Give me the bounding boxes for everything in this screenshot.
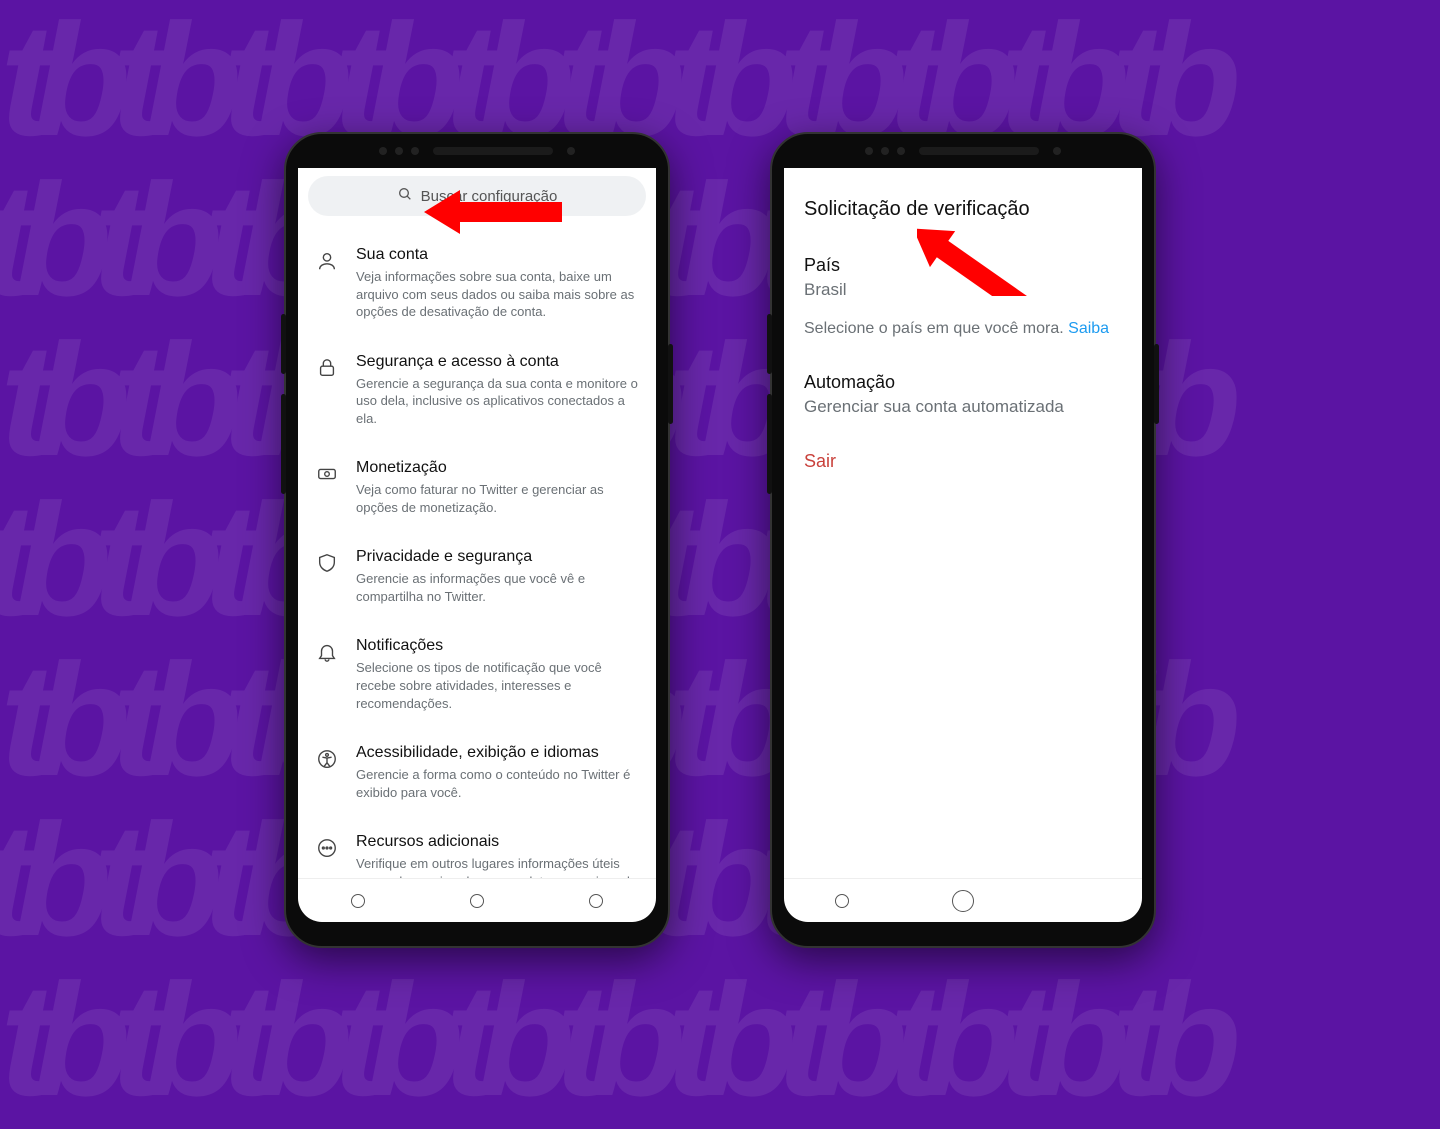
side-button bbox=[281, 394, 286, 494]
nav-back[interactable] bbox=[1077, 894, 1091, 908]
country-label: País bbox=[804, 255, 1122, 276]
item-desc: Veja informações sobre sua conta, baixe … bbox=[356, 268, 638, 321]
logout-button[interactable]: Sair bbox=[804, 451, 1122, 472]
side-button bbox=[767, 394, 772, 494]
accessibility-icon bbox=[316, 744, 338, 801]
automation-desc: Gerenciar sua conta automatizada bbox=[804, 397, 1122, 417]
country-value: Brasil bbox=[804, 280, 1122, 300]
settings-item-monetization[interactable]: Monetização Veja como faturar no Twitter… bbox=[298, 443, 656, 532]
item-desc: Gerencie a segurança da sua conta e moni… bbox=[356, 375, 638, 428]
setting-automation[interactable]: Automação Gerenciar sua conta automatiza… bbox=[804, 372, 1122, 417]
phone-notch bbox=[286, 134, 668, 168]
shield-icon bbox=[316, 548, 338, 605]
lock-icon bbox=[316, 353, 338, 428]
item-title: Recursos adicionais bbox=[356, 833, 638, 851]
setting-country[interactable]: País Brasil bbox=[804, 255, 1122, 300]
android-nav-bar bbox=[784, 878, 1142, 922]
person-icon bbox=[316, 246, 338, 321]
item-title: Segurança e acesso à conta bbox=[356, 353, 638, 371]
search-input[interactable]: Buscar configuração bbox=[308, 176, 646, 216]
settings-list: Sua conta Veja informações sobre sua con… bbox=[298, 222, 656, 878]
side-button bbox=[1154, 344, 1159, 424]
more-icon bbox=[316, 833, 338, 878]
settings-item-accessibility[interactable]: Acessibilidade, exibição e idiomas Geren… bbox=[298, 728, 656, 817]
money-icon bbox=[316, 459, 338, 516]
android-nav-bar bbox=[298, 878, 656, 922]
page-title: Solicitação de verificação bbox=[804, 198, 1122, 221]
settings-item-notifications[interactable]: Notificações Selecione os tipos de notif… bbox=[298, 621, 656, 728]
search-placeholder: Buscar configuração bbox=[421, 188, 558, 205]
settings-item-security[interactable]: Segurança e acesso à conta Gerencie a se… bbox=[298, 337, 656, 444]
item-desc: Verifique em outros lugares informações … bbox=[356, 855, 638, 878]
phone-left: Buscar configuração Sua conta Veja infor… bbox=[284, 132, 670, 948]
settings-item-resources[interactable]: Recursos adicionais Verifique em outros … bbox=[298, 817, 656, 878]
item-desc: Gerencie a forma como o conteúdo no Twit… bbox=[356, 766, 638, 801]
item-title: Sua conta bbox=[356, 246, 638, 264]
nav-back[interactable] bbox=[589, 894, 603, 908]
phone-right: Solicitação de verificação País Brasil S… bbox=[770, 132, 1156, 948]
settings-item-privacy[interactable]: Privacidade e segurança Gerencie as info… bbox=[298, 532, 656, 621]
screen-verification-request: Solicitação de verificação País Brasil S… bbox=[784, 168, 1142, 922]
item-desc: Gerencie as informações que você vê e co… bbox=[356, 570, 638, 605]
item-title: Notificações bbox=[356, 637, 638, 655]
screen-settings-list: Buscar configuração Sua conta Veja infor… bbox=[298, 168, 656, 922]
nav-home[interactable] bbox=[952, 890, 974, 912]
phone-notch bbox=[772, 134, 1154, 168]
item-desc: Selecione os tipos de notificação que vo… bbox=[356, 659, 638, 712]
search-icon bbox=[397, 186, 413, 206]
item-desc: Veja como faturar no Twitter e gerenciar… bbox=[356, 481, 638, 516]
country-hint: Selecione o país em que você mora. Saiba bbox=[804, 320, 1122, 338]
automation-title: Automação bbox=[804, 372, 1122, 393]
learn-more-link[interactable]: Saiba bbox=[1068, 320, 1109, 337]
nav-home[interactable] bbox=[470, 894, 484, 908]
side-button bbox=[767, 314, 772, 374]
bell-icon bbox=[316, 637, 338, 712]
item-title: Privacidade e segurança bbox=[356, 548, 638, 566]
side-button bbox=[281, 314, 286, 374]
nav-recents[interactable] bbox=[351, 894, 365, 908]
settings-item-account[interactable]: Sua conta Veja informações sobre sua con… bbox=[298, 230, 656, 337]
item-title: Monetização bbox=[356, 459, 638, 477]
item-title: Acessibilidade, exibição e idiomas bbox=[356, 744, 638, 762]
side-button bbox=[668, 344, 673, 424]
nav-recents[interactable] bbox=[835, 894, 849, 908]
